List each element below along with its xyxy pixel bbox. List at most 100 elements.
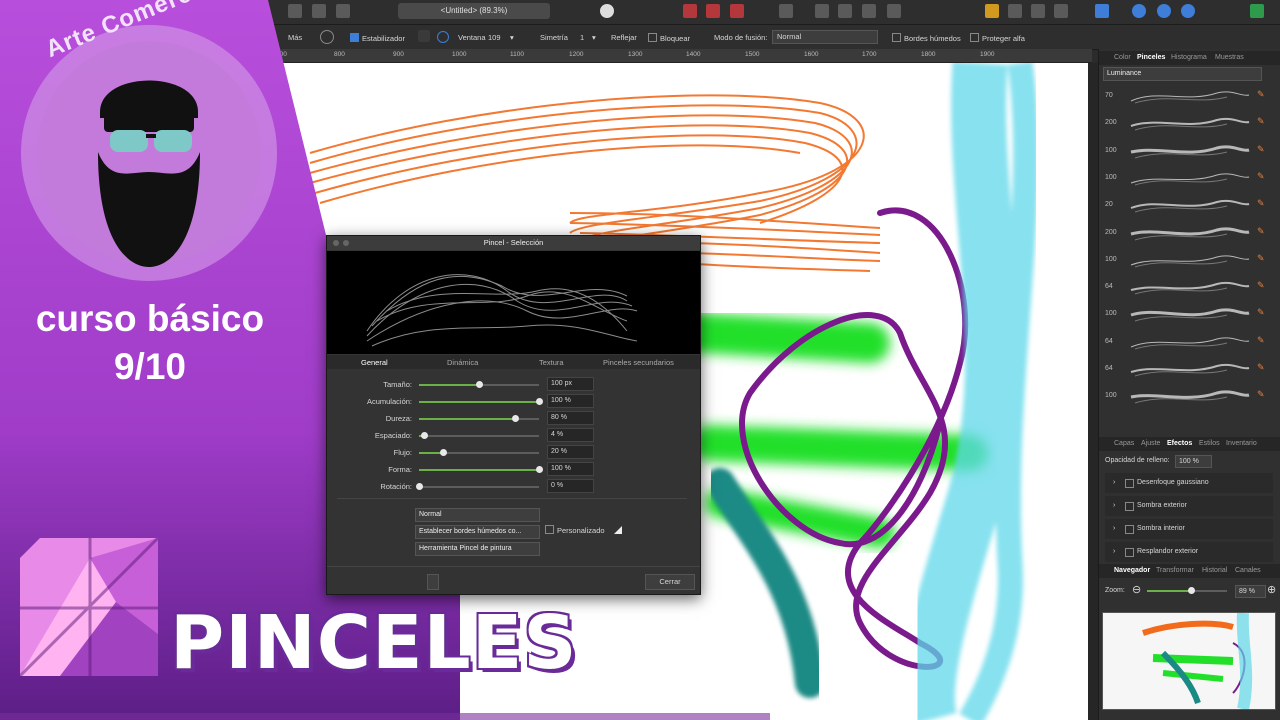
slider-knob[interactable]: [512, 415, 519, 422]
grid-icon[interactable]: [683, 4, 697, 18]
brush-edit-icon[interactable]: ✎: [1257, 116, 1265, 127]
slider-knob[interactable]: [416, 483, 423, 490]
tab-dynamics[interactable]: Dinámica: [447, 358, 478, 367]
slider-value[interactable]: 4 %: [547, 428, 594, 442]
slider-track[interactable]: [419, 415, 539, 422]
tab-brushes[interactable]: Pinceles: [1137, 54, 1165, 61]
custom-checkbox[interactable]: [545, 525, 554, 534]
snap-icon[interactable]: [706, 4, 720, 18]
tab-styles[interactable]: Estilos: [1199, 440, 1220, 447]
tab-color[interactable]: Color: [1114, 54, 1131, 61]
zoom-out-icon[interactable]: ⊖: [1132, 583, 1141, 596]
brush-edit-icon[interactable]: ✎: [1257, 89, 1265, 100]
vertical-scrollbar[interactable]: [1088, 63, 1098, 720]
brush-row[interactable]: 64 ✎: [1103, 329, 1267, 355]
slider-knob[interactable]: [440, 449, 447, 456]
brush-row[interactable]: 100 ✎: [1103, 383, 1267, 409]
symmetry-value[interactable]: 1: [580, 33, 584, 42]
slider-track[interactable]: [419, 432, 539, 439]
zoom-slider[interactable]: [1147, 587, 1227, 594]
brush-row[interactable]: 100 ✎: [1103, 165, 1267, 191]
boolean-add-icon[interactable]: [1132, 4, 1146, 18]
transform-icon[interactable]: [1095, 4, 1109, 18]
mirror-label[interactable]: Reflejar: [611, 33, 637, 42]
brush-edit-icon[interactable]: ✎: [1257, 226, 1265, 237]
arrange-forward-icon[interactable]: [862, 4, 876, 18]
arrange-icon[interactable]: [815, 4, 829, 18]
brush-edit-icon[interactable]: ✎: [1257, 253, 1265, 264]
effect-checkbox[interactable]: [1125, 548, 1134, 557]
align-right-icon[interactable]: [1031, 4, 1045, 18]
protect-alpha-toggle[interactable]: Proteger alfa: [970, 33, 1025, 43]
brush-edit-icon[interactable]: ✎: [1257, 335, 1265, 346]
brush-edit-icon[interactable]: ✎: [1257, 307, 1265, 318]
slider-track[interactable]: [419, 449, 539, 456]
brush-edit-icon[interactable]: ✎: [1257, 280, 1265, 291]
assistant-icon[interactable]: [779, 4, 793, 18]
effect-row[interactable]: › Sombra exterior: [1105, 496, 1273, 516]
slider-value[interactable]: 20 %: [547, 445, 594, 459]
tab-channels[interactable]: Canales: [1235, 567, 1261, 574]
brush-row[interactable]: 100 ✎: [1103, 138, 1267, 164]
brush-edit-icon[interactable]: ✎: [1257, 362, 1265, 373]
protect-alpha-checkbox[interactable]: [970, 33, 979, 42]
slider-knob[interactable]: [536, 466, 543, 473]
tab-histogram[interactable]: Histograma: [1171, 54, 1207, 61]
tab-stock[interactable]: Inventario: [1226, 440, 1257, 447]
wet-edges-select[interactable]: Establecer bordes húmedos co...: [415, 525, 540, 539]
window-value[interactable]: 109: [488, 33, 501, 42]
distribute-icon[interactable]: [1054, 4, 1068, 18]
arrange-front-icon[interactable]: [887, 4, 901, 18]
brush-row[interactable]: 100 ✎: [1103, 301, 1267, 327]
tab-swatches[interactable]: Muestras: [1215, 54, 1244, 61]
brush-mode-icon[interactable]: [600, 4, 614, 18]
close-button[interactable]: Cerrar: [645, 574, 695, 590]
brush-category-select[interactable]: Luminance: [1103, 67, 1262, 81]
tab-transform[interactable]: Transformar: [1156, 567, 1194, 574]
align-icon[interactable]: [985, 4, 999, 18]
blend-mode-select[interactable]: Normal: [772, 30, 878, 44]
slider-value[interactable]: 100 %: [547, 462, 594, 476]
zoom-value[interactable]: 89 %: [1235, 585, 1266, 598]
brush-row[interactable]: 70 ✎: [1103, 83, 1267, 109]
boolean-intersect-icon[interactable]: [1181, 4, 1195, 18]
brush-edit-icon[interactable]: ✎: [1257, 198, 1265, 209]
expand-icon[interactable]: ›: [1113, 548, 1115, 555]
dialog-title[interactable]: Pincel - Selección: [327, 236, 700, 250]
curve-icon[interactable]: [614, 526, 622, 534]
symmetry-dropdown-icon[interactable]: ▾: [592, 33, 596, 42]
effect-checkbox[interactable]: [1125, 479, 1134, 488]
tab-history[interactable]: Historial: [1202, 567, 1227, 574]
boolean-subtract-icon[interactable]: [1157, 4, 1171, 18]
window-dropdown-icon[interactable]: ▾: [510, 33, 514, 42]
wet-edges-toggle[interactable]: Bordes húmedos: [892, 33, 961, 43]
tool-select[interactable]: Herramienta Pincel de pintura: [415, 542, 540, 556]
zoom-slider-knob[interactable]: [1188, 587, 1195, 594]
slider-knob[interactable]: [420, 432, 428, 439]
fill-opacity-select[interactable]: 100 %: [1175, 455, 1212, 468]
lock-checkbox[interactable]: [648, 33, 657, 42]
slider-value[interactable]: 0 %: [547, 479, 594, 493]
window-minimize-icon[interactable]: [343, 240, 349, 246]
brush-row[interactable]: 64 ✎: [1103, 274, 1267, 300]
navigator-thumbnail[interactable]: [1102, 612, 1276, 710]
brush-row[interactable]: 100 ✎: [1103, 247, 1267, 273]
brush-edit-icon[interactable]: ✎: [1257, 171, 1265, 182]
brush-row[interactable]: 64 ✎: [1103, 356, 1267, 382]
tab-navigator[interactable]: Navegador: [1114, 567, 1150, 574]
lock-toggle[interactable]: Bloquear: [648, 33, 690, 43]
effect-row[interactable]: › Sombra interior: [1105, 519, 1273, 539]
tab-dual-brush[interactable]: Pinceles secundarios: [603, 358, 674, 367]
magnet-icon[interactable]: [730, 4, 744, 18]
slider-value[interactable]: 100 px: [547, 377, 594, 391]
slider-track[interactable]: [419, 466, 543, 473]
brush-row[interactable]: 20 ✎: [1103, 192, 1267, 218]
tab-adjustment[interactable]: Ajuste: [1141, 440, 1160, 447]
tab-general[interactable]: General: [361, 358, 388, 367]
arrange-back-icon[interactable]: [838, 4, 852, 18]
effect-row[interactable]: › Resplandor exterior: [1105, 542, 1273, 562]
user-icon[interactable]: [1250, 4, 1264, 18]
slider-knob[interactable]: [536, 398, 543, 405]
brush-row[interactable]: 200 ✎: [1103, 220, 1267, 246]
slider-track[interactable]: [419, 398, 543, 405]
